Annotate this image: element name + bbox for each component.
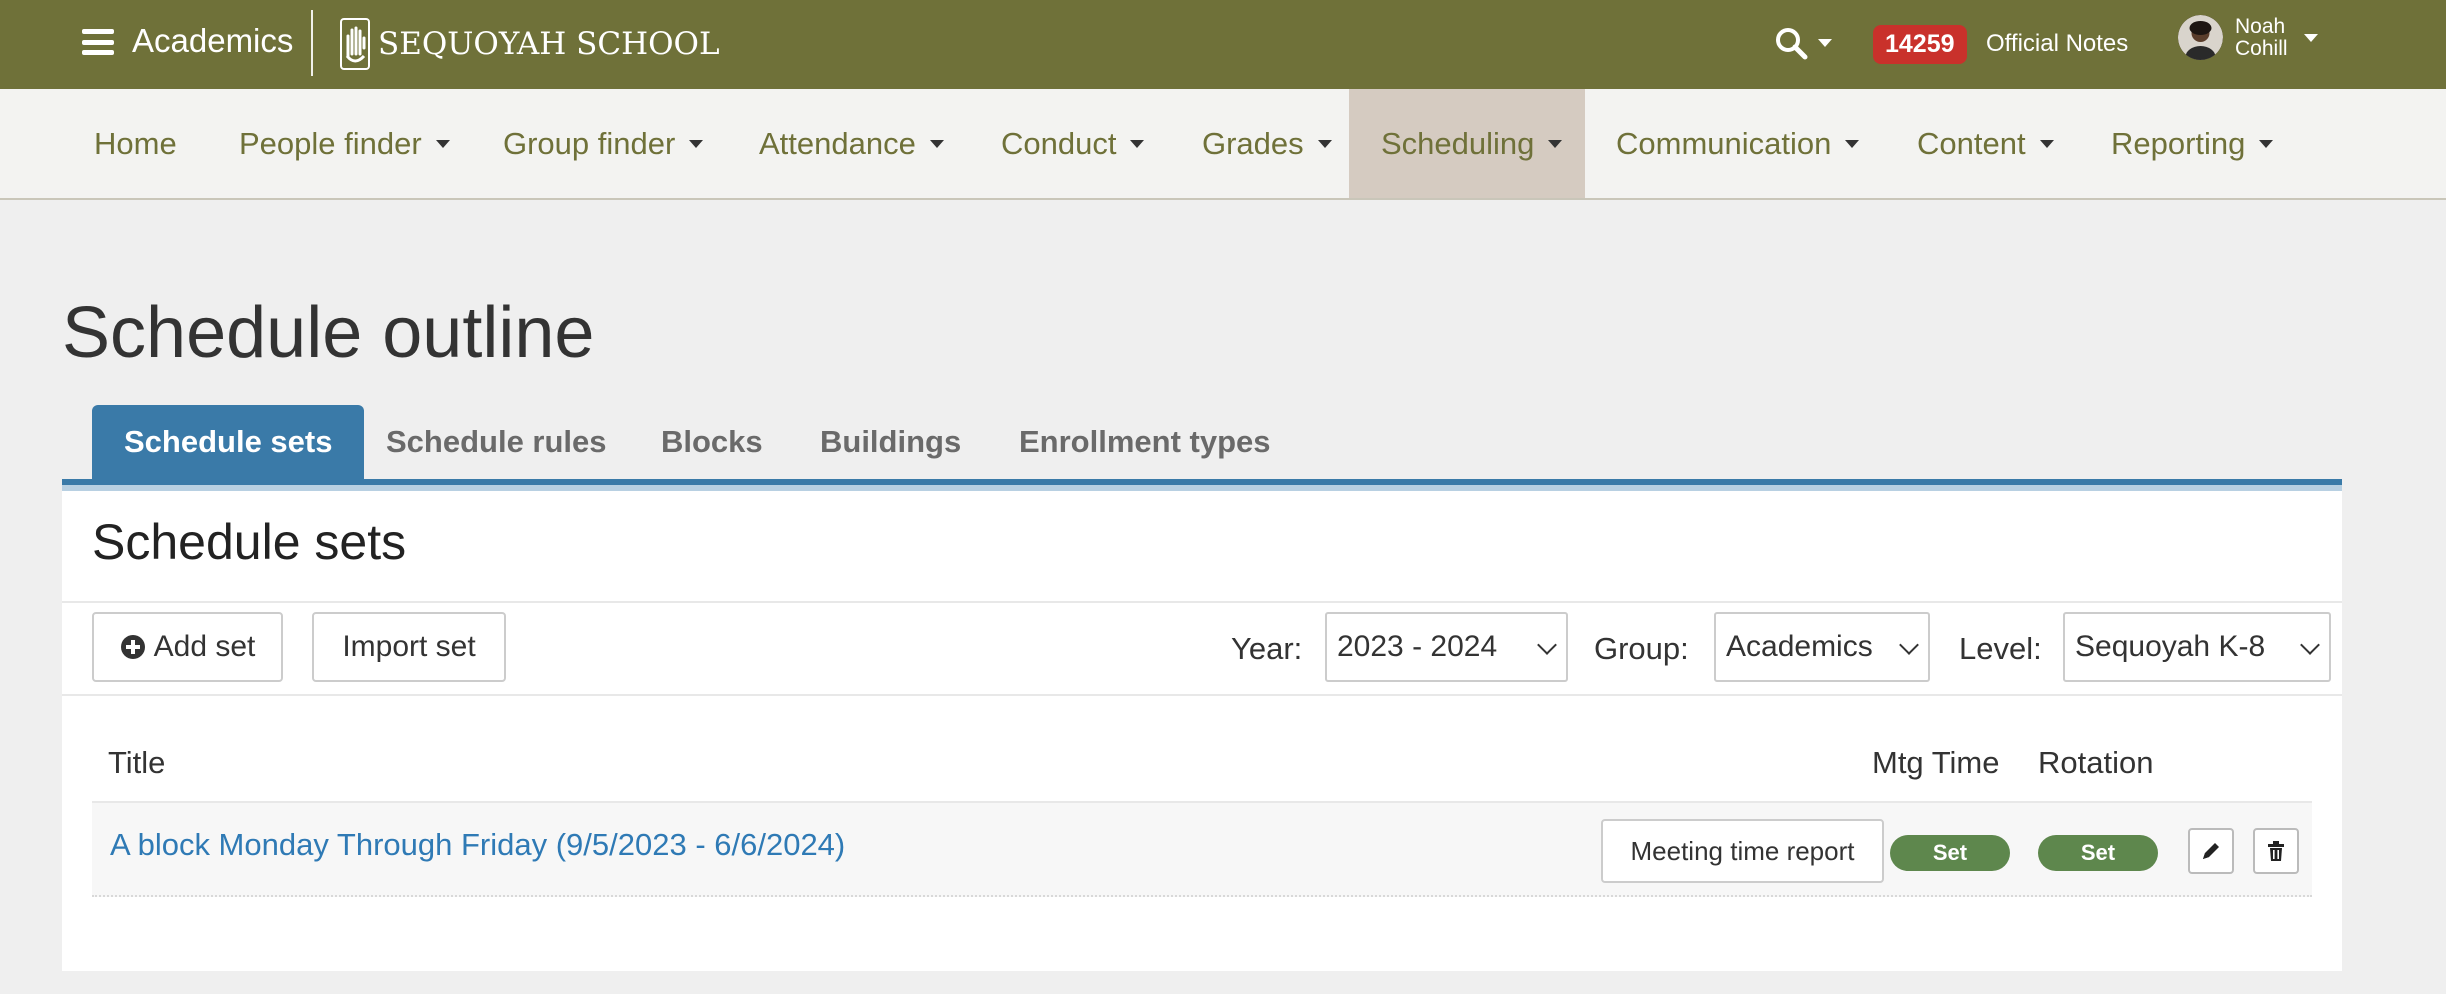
nav-conduct[interactable]: Conduct: [1001, 89, 1145, 198]
app-title[interactable]: Academics: [132, 22, 293, 60]
year-label: Year:: [1231, 631, 1303, 666]
chevron-down-icon: [1130, 139, 1145, 148]
nav-label: Grades: [1202, 125, 1304, 161]
nav-label: Content: [1917, 125, 2026, 161]
column-header-title: Title: [108, 745, 166, 780]
nav-people-finder[interactable]: People finder: [239, 89, 450, 198]
hamburger-icon[interactable]: [82, 29, 114, 55]
column-header-rotation: Rotation: [2038, 745, 2154, 780]
chevron-down-icon: [929, 139, 944, 148]
year-value: 2023 - 2024: [1337, 630, 1498, 663]
user-name: Noah Cohill: [2235, 14, 2288, 60]
user-menu[interactable]: Noah Cohill: [2178, 15, 2318, 60]
nav-label: Conduct: [1001, 125, 1117, 161]
nav-label: People finder: [239, 125, 422, 161]
add-set-label: Add set: [153, 630, 256, 663]
chevron-down-icon: [2303, 33, 2318, 42]
tab-schedule-sets[interactable]: Schedule sets: [92, 405, 365, 479]
avatar: [2178, 15, 2223, 60]
chevron-down-icon: [2300, 635, 2320, 655]
user-last-name: Cohill: [2235, 36, 2288, 60]
nav-group-finder[interactable]: Group finder: [503, 89, 704, 198]
nav-home[interactable]: Home: [94, 89, 177, 198]
level-select[interactable]: Sequoyah K-8: [2063, 612, 2331, 682]
nav-content[interactable]: Content: [1917, 89, 2054, 198]
nav-scheduling[interactable]: Scheduling: [1349, 89, 1585, 198]
nav-attendance[interactable]: Attendance: [759, 89, 944, 198]
chevron-down-icon: [1317, 139, 1332, 148]
top-header: Academics SEQUOYAH SCHOOL 14259 Official…: [0, 0, 2446, 89]
panel-title: Schedule sets: [92, 514, 407, 570]
nav-label: Group finder: [503, 125, 676, 161]
hand-logo-icon: [340, 18, 370, 70]
group-label: Group:: [1594, 631, 1689, 666]
logo-text: SEQUOYAH SCHOOL: [378, 26, 720, 62]
year-select[interactable]: 2023 - 2024: [1325, 612, 1568, 682]
rotation-status-badge: Set: [2038, 835, 2158, 871]
import-set-button[interactable]: Import set: [312, 612, 506, 682]
meeting-time-report-button[interactable]: Meeting time report: [1601, 819, 1884, 883]
nav-communication[interactable]: Communication: [1616, 89, 1860, 198]
chevron-down-icon: [1818, 39, 1832, 47]
nav-label: Attendance: [759, 125, 916, 161]
chevron-down-icon: [1548, 139, 1563, 148]
main-nav: Home People finder Group finder Attendan…: [0, 89, 2446, 200]
table-row: A block Monday Through Friday (9/5/2023 …: [92, 801, 2312, 897]
schedule-sets-panel: Schedule sets Add set Import set Year: 2…: [62, 491, 2342, 971]
nav-label: Communication: [1616, 125, 1832, 161]
nav-label: Reporting: [2111, 125, 2246, 161]
tab-blocks[interactable]: Blocks: [661, 405, 763, 479]
nav-label: Home: [94, 125, 177, 161]
chevron-down-icon: [1899, 635, 1919, 655]
trash-icon: [2268, 841, 2284, 861]
schedule-set-link[interactable]: A block Monday Through Friday (9/5/2023 …: [110, 827, 845, 863]
user-first-name: Noah: [2235, 14, 2286, 38]
page-title: Schedule outline: [62, 293, 595, 373]
group-select[interactable]: Academics: [1714, 612, 1930, 682]
level-value: Sequoyah K-8: [2075, 630, 2266, 663]
delete-button[interactable]: [2253, 828, 2299, 874]
tab-buildings[interactable]: Buildings: [820, 405, 961, 479]
official-notes-link[interactable]: Official Notes: [1986, 30, 2128, 58]
search-menu[interactable]: [1774, 26, 1832, 60]
tab-bar: Schedule sets Schedule rules Blocks Buil…: [62, 405, 2342, 491]
divider: [62, 694, 2342, 696]
column-header-mtg-time: Mtg Time: [1872, 745, 2000, 780]
school-logo[interactable]: SEQUOYAH SCHOOL: [340, 18, 720, 70]
nav-grades[interactable]: Grades: [1202, 89, 1332, 198]
header-divider: [311, 10, 313, 76]
chevron-down-icon: [1845, 139, 1860, 148]
chevron-down-icon: [435, 139, 450, 148]
nav-reporting[interactable]: Reporting: [2111, 89, 2274, 198]
chevron-down-icon: [2259, 139, 2274, 148]
pencil-icon: [2203, 843, 2219, 859]
tab-enrollment-types[interactable]: Enrollment types: [1019, 405, 1271, 479]
level-label: Level:: [1959, 631, 2042, 666]
chevron-down-icon: [689, 139, 704, 148]
nav-label: Scheduling: [1381, 125, 1535, 161]
group-value: Academics: [1726, 630, 1873, 663]
mtg-time-status-badge: Set: [1890, 835, 2010, 871]
official-notes-count-badge[interactable]: 14259: [1873, 25, 1967, 64]
divider: [62, 601, 2342, 603]
plus-circle-icon: [120, 635, 145, 659]
edit-button[interactable]: [2188, 828, 2234, 874]
search-icon: [1776, 28, 1808, 60]
add-set-button[interactable]: Add set: [92, 612, 283, 682]
tab-schedule-rules[interactable]: Schedule rules: [386, 405, 607, 479]
chevron-down-icon: [1537, 635, 1557, 655]
chevron-down-icon: [2039, 139, 2054, 148]
